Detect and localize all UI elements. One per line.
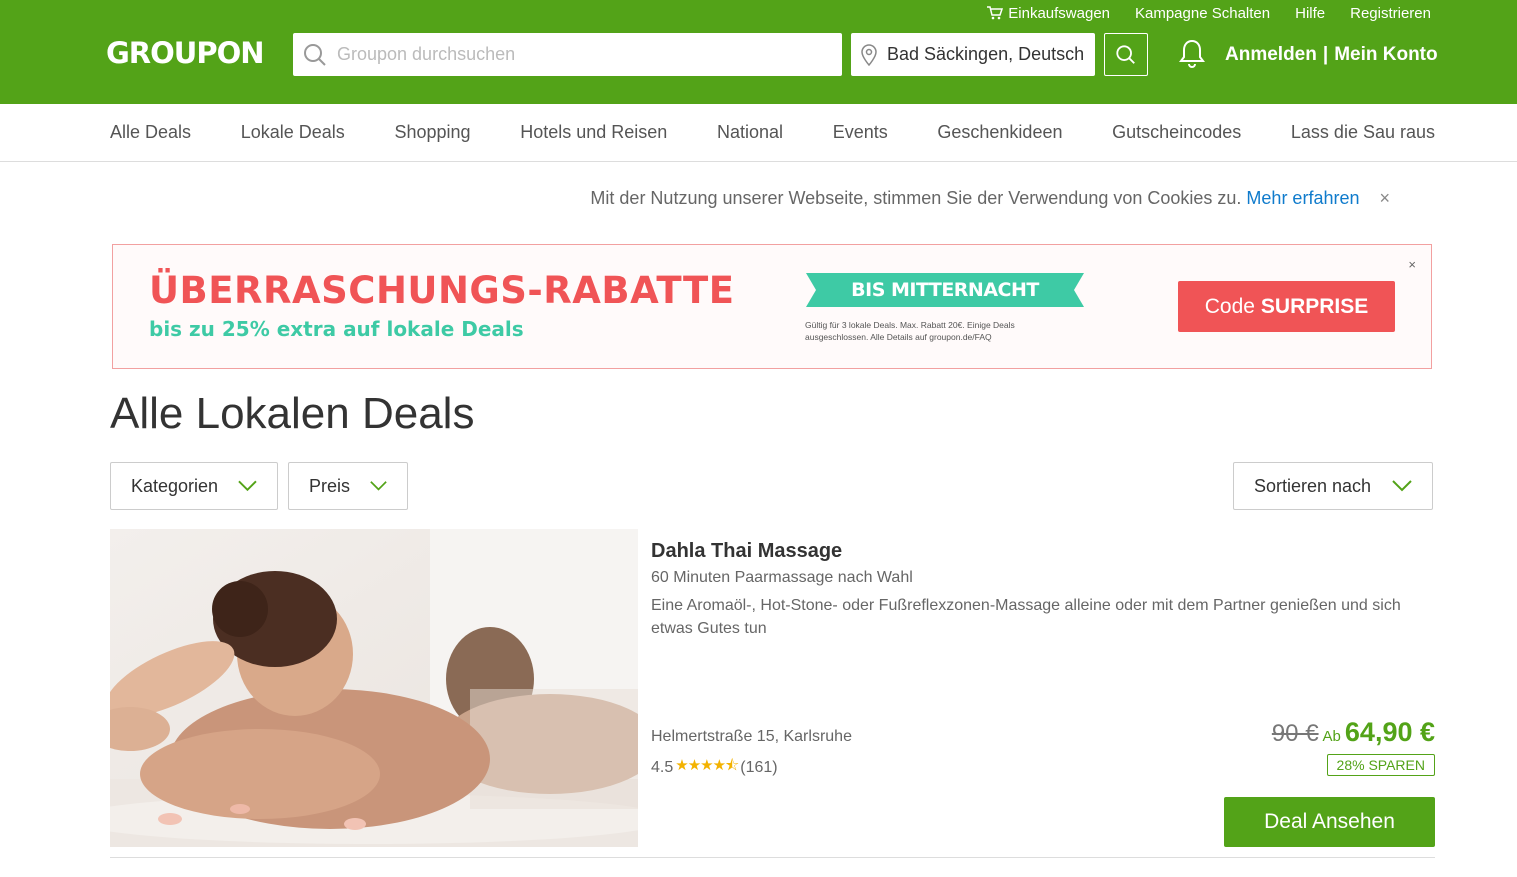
page-title: Alle Lokalen Deals [110, 389, 475, 438]
view-deal-button[interactable]: Deal Ansehen [1224, 797, 1435, 847]
banner-fine-print: Gültig für 3 lokale Deals. Max. Rabatt 2… [805, 320, 1015, 342]
login-link[interactable]: Anmelden [1225, 44, 1317, 66]
nav-item-events[interactable]: Events [833, 122, 888, 143]
banner-code-prefix: Code [1204, 294, 1255, 318]
nav-item-hotels[interactable]: Hotels und Reisen [520, 122, 667, 143]
cookie-close-icon[interactable]: × [1379, 188, 1390, 209]
account-separator: | [1322, 44, 1329, 65]
deal-title[interactable]: Dahla Thai Massage [651, 540, 842, 563]
cookie-notice: Mit der Nutzung unserer Webseite, stimme… [590, 188, 1390, 209]
deal-price: 90 € Ab 64,90 € [1272, 717, 1435, 748]
bell-icon[interactable] [1178, 38, 1206, 70]
cart-link[interactable]: Einkaufswagen [987, 4, 1110, 22]
nav-item-national[interactable]: National [717, 122, 783, 143]
banner-headline: ÜBERRASCHUNGS-RABATTE [149, 269, 735, 312]
banner-code-value: SURPRISE [1260, 294, 1369, 318]
sort-dropdown[interactable]: Sortieren nach [1233, 462, 1433, 510]
banner-subline: bis zu 25% extra auf lokale Deals [149, 317, 524, 341]
divider [110, 857, 1435, 858]
cart-link-label: Einkaufswagen [1008, 4, 1110, 22]
nav-item-coupons[interactable]: Gutscheincodes [1112, 122, 1241, 143]
cart-icon [987, 6, 1004, 20]
header-bar: Einkaufswagen Kampagne Schalten Hilfe Re… [0, 0, 1517, 104]
nav-item-shopping[interactable]: Shopping [394, 122, 470, 143]
search-button[interactable] [1104, 33, 1148, 76]
nav-item-sau-raus[interactable]: Lass die Sau raus [1291, 122, 1435, 143]
review-count: (161) [740, 758, 778, 776]
deal-rating: 4.5 ★★★★⯪ (161) [651, 755, 778, 780]
nav-item-local-deals[interactable]: Lokale Deals [241, 122, 345, 143]
search-input[interactable] [337, 44, 827, 65]
campaign-link[interactable]: Kampagne Schalten [1135, 4, 1270, 22]
top-links: Einkaufswagen Kampagne Schalten Hilfe Re… [962, 4, 1431, 22]
search-icon [293, 33, 337, 76]
deal-image[interactable] [110, 529, 638, 847]
nav-item-all-deals[interactable]: Alle Deals [110, 122, 191, 143]
banner-ribbon-text: BIS MITTERNACHT [851, 279, 1039, 301]
banner-close-icon[interactable]: × [1408, 257, 1416, 272]
main-nav: Alle Deals Lokale Deals Shopping Hotels … [0, 104, 1517, 162]
search-icon [1116, 44, 1135, 64]
deal-location: Helmertstraße 15, Karlsruhe [651, 728, 852, 745]
rating-value: 4.5 [651, 758, 674, 776]
chevron-down-icon [370, 481, 387, 491]
nav-item-gifts[interactable]: Geschenkideen [937, 122, 1062, 143]
chevron-down-icon [238, 480, 257, 492]
deal-description: Eine Aromaöl-, Hot-Stone- oder Fußreflex… [651, 597, 1401, 637]
sort-dropdown-label: Sortieren nach [1254, 475, 1372, 496]
discount-badge: 28% SPAREN [1326, 754, 1435, 776]
price-filter-label: Preis [309, 475, 351, 496]
location-value: Bad Säckingen, Deutsch [887, 44, 1085, 64]
search-box [293, 33, 842, 76]
register-link[interactable]: Registrieren [1350, 4, 1431, 22]
location-field[interactable]: Bad Säckingen, Deutsch [851, 33, 1095, 76]
cookie-text: Mit der Nutzung unserer Webseite, stimme… [590, 188, 1242, 208]
help-link[interactable]: Hilfe [1295, 4, 1325, 22]
deal-subtitle: 60 Minuten Paarmassage nach Wahl [651, 569, 913, 586]
price-filter[interactable]: Preis [288, 462, 408, 510]
banner-ribbon: BIS MITTERNACHT [806, 273, 1084, 307]
groupon-logo[interactable]: GROUPON [106, 36, 265, 70]
promo-banner[interactable]: ÜBERRASCHUNGS-RABATTE bis zu 25% extra a… [112, 244, 1432, 369]
cookie-more-link[interactable]: Mehr erfahren [1246, 188, 1359, 209]
location-pin-icon [851, 43, 887, 66]
categories-filter-label: Kategorien [131, 475, 219, 496]
categories-filter[interactable]: Kategorien [110, 462, 278, 510]
banner-code-button[interactable]: Code SURPRISE [1178, 281, 1395, 332]
my-account-link[interactable]: Mein Konto [1334, 44, 1437, 66]
old-price: 90 € [1271, 720, 1319, 747]
price-from-label: Ab [1322, 728, 1341, 745]
new-price: 64,90 € [1344, 717, 1435, 747]
account-links: Anmelden | Mein Konto [1225, 44, 1438, 66]
chevron-down-icon [1392, 480, 1412, 492]
star-rating-icon: ★★★★⯪ [675, 757, 739, 774]
